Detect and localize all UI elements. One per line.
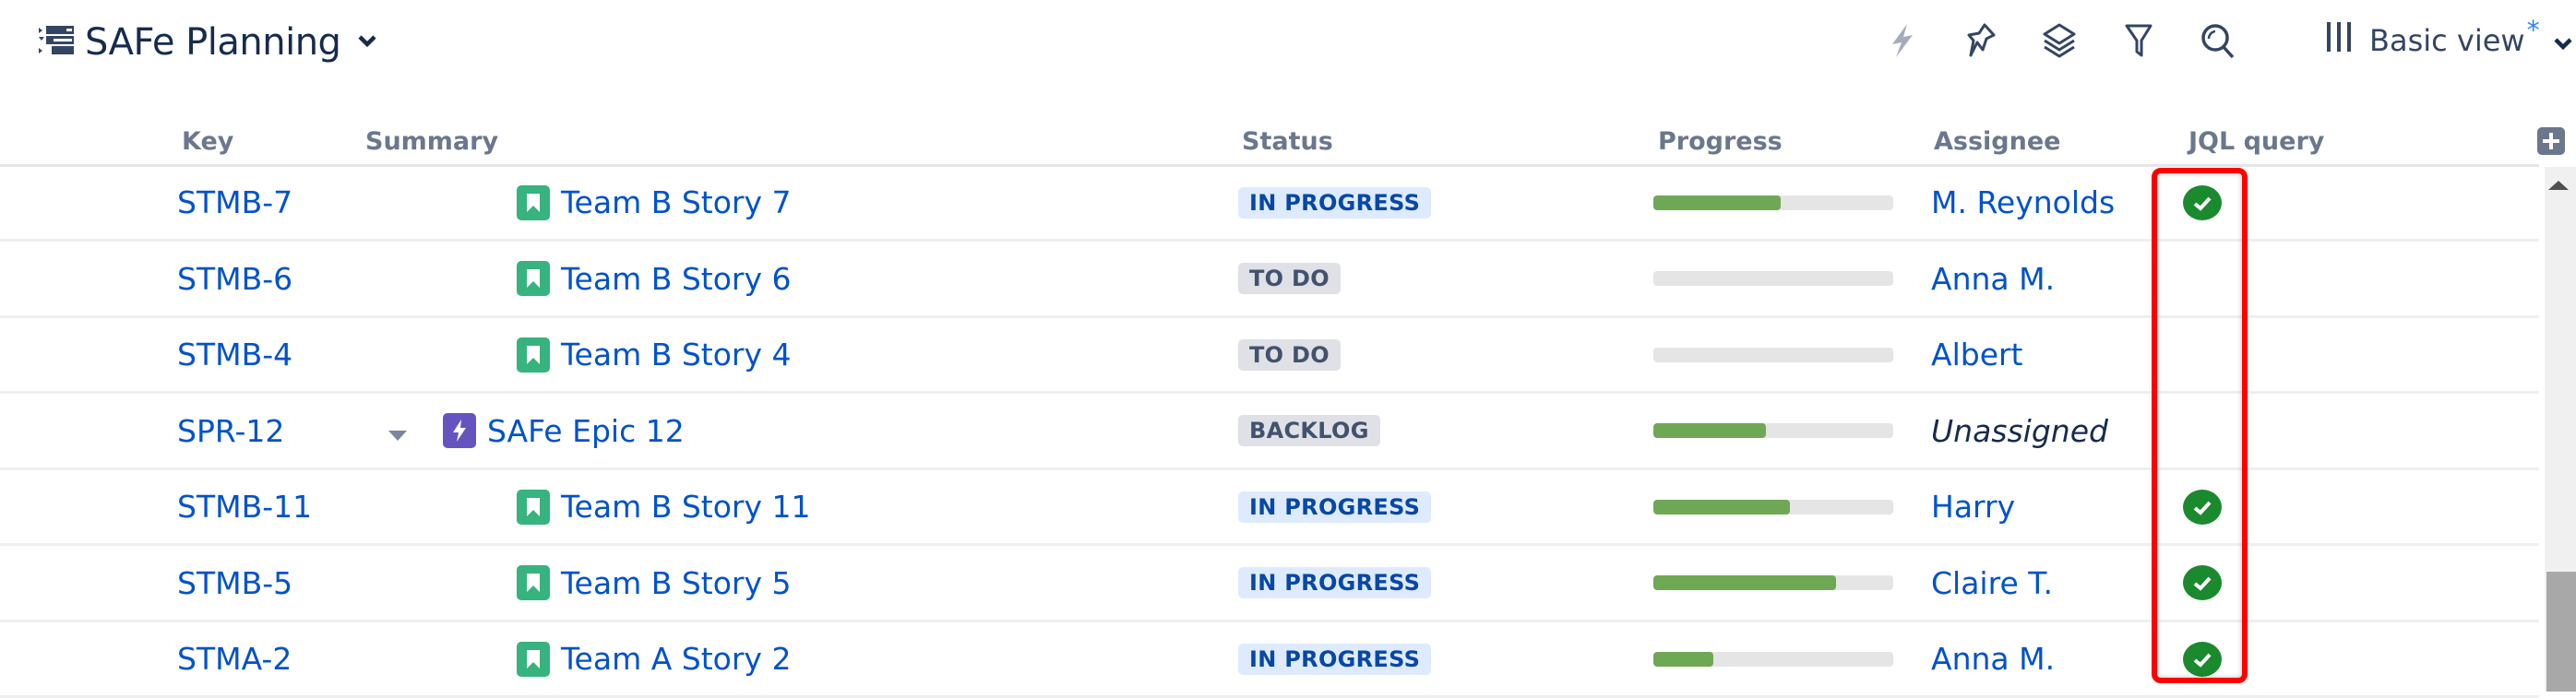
story-type-icon (517, 641, 550, 677)
issue-key-link[interactable]: STMA-2 (177, 622, 292, 695)
status-lozenge[interactable]: IN PROGRESS (1238, 491, 1432, 523)
progress-fill (1653, 575, 1836, 590)
progress-bar (1653, 575, 1893, 590)
issue-summary-link[interactable]: Team B Story 4 (561, 337, 792, 373)
add-column-button[interactable] (2537, 127, 2565, 155)
scroll-up-arrow-icon[interactable] (2548, 181, 2569, 190)
column-header-assignee[interactable]: Assignee (1934, 127, 2060, 156)
story-type-icon (517, 261, 550, 296)
progress-fill (1653, 651, 1713, 667)
search-icon[interactable] (2198, 20, 2238, 61)
issue-summary-link[interactable]: Team B Story 6 (561, 261, 792, 297)
columns-icon (2325, 20, 2353, 61)
assignee-link[interactable]: Anna M. (1931, 243, 2055, 315)
status-lozenge[interactable]: IN PROGRESS (1238, 186, 1432, 219)
status-lozenge[interactable]: IN PROGRESS (1238, 567, 1432, 598)
filter-icon[interactable] (2118, 20, 2159, 61)
issue-key-link[interactable]: SPR-12 (177, 395, 284, 467)
progress-bar (1653, 271, 1893, 286)
issue-summary-link[interactable]: Team A Story 2 (561, 641, 791, 677)
view-name: Basic view (2369, 23, 2525, 58)
assignee-link[interactable]: Harry (1931, 470, 2015, 543)
progress-bar (1653, 651, 1893, 667)
column-header-status[interactable]: Status (1242, 127, 1333, 156)
chevron-down-icon[interactable] (2553, 23, 2573, 58)
chevron-down-icon[interactable] (357, 33, 377, 52)
status-lozenge[interactable]: TO DO (1238, 338, 1341, 371)
lightning-icon[interactable] (1882, 20, 1923, 61)
progress-bar (1653, 499, 1893, 515)
scrollbar-thumb[interactable] (2546, 572, 2576, 692)
epic-type-icon (443, 413, 476, 448)
assignee-link[interactable]: Unassigned (1931, 395, 2108, 467)
progress-fill (1653, 195, 1781, 210)
column-header-progress[interactable]: Progress (1658, 127, 1783, 156)
expand-caret-icon[interactable] (388, 413, 408, 449)
page-title: SAFe Planning (85, 21, 341, 64)
issue-summary-link[interactable]: Team B Story 5 (561, 565, 792, 601)
column-header-jql-query[interactable]: JQL query (2188, 127, 2324, 156)
column-header-key[interactable]: Key (182, 127, 233, 156)
issue-key-link[interactable]: STMB-4 (177, 318, 292, 391)
status-lozenge[interactable]: TO DO (1238, 263, 1341, 294)
issue-summary-link[interactable]: Team B Story 11 (561, 489, 811, 525)
issue-key-link[interactable]: STMB-7 (177, 166, 292, 239)
progress-bar (1653, 347, 1893, 362)
view-selector[interactable]: Basic view * (2325, 15, 2573, 61)
column-header-summary[interactable]: Summary (365, 127, 498, 156)
assignee-link[interactable]: Anna M. (1931, 622, 2055, 695)
progress-bar (1653, 195, 1893, 210)
progress-bar (1653, 423, 1893, 438)
progress-fill (1653, 423, 1767, 438)
story-type-icon (517, 184, 550, 220)
view-modified-marker: * (2526, 14, 2540, 45)
status-lozenge[interactable]: IN PROGRESS (1238, 643, 1432, 675)
issue-key-link[interactable]: STMB-6 (177, 243, 292, 315)
issue-key-link[interactable]: STMB-11 (177, 470, 312, 543)
structure-title[interactable]: SAFe Planning (39, 13, 377, 72)
assignee-link[interactable]: Claire T. (1931, 547, 2053, 620)
progress-fill (1653, 499, 1791, 515)
jql-column-highlight (2152, 168, 2248, 683)
issue-summary-link[interactable]: Team B Story 7 (561, 184, 792, 220)
story-type-icon (517, 337, 550, 373)
story-type-icon (517, 489, 550, 525)
pin-icon[interactable] (1962, 20, 2002, 61)
structure-list-icon (39, 24, 76, 61)
status-lozenge[interactable]: BACKLOG (1238, 415, 1380, 446)
assignee-link[interactable]: Albert (1931, 318, 2023, 391)
layers-icon[interactable] (2039, 20, 2080, 61)
assignee-link[interactable]: M. Reynolds (1931, 166, 2115, 239)
story-type-icon (517, 565, 550, 600)
issue-key-link[interactable]: STMB-5 (177, 547, 292, 620)
issue-summary-link[interactable]: SAFe Epic 12 (487, 413, 685, 449)
